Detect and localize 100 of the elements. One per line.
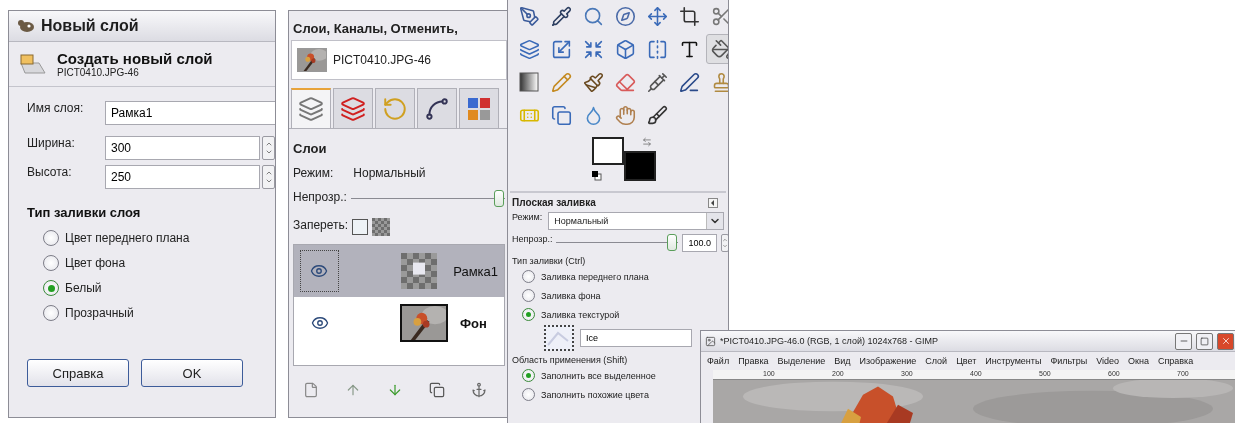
opacity-label: Непрозр.: <box>293 190 347 204</box>
radio-option[interactable]: Цвет фона <box>43 255 126 271</box>
menu-item[interactable]: Изображение <box>859 355 917 366</box>
anchor-icon <box>471 382 487 398</box>
minimize-button[interactable] <box>1175 332 1192 350</box>
syringe-icon <box>646 71 668 93</box>
mode-dropdown[interactable]: Нормальный <box>548 212 724 230</box>
opacity-slider[interactable] <box>350 190 505 208</box>
scissors-icon <box>710 5 728 27</box>
window-title: Новый слой <box>41 17 139 35</box>
spin-buttons-icon[interactable] <box>720 234 728 252</box>
gradient-icon <box>519 72 539 92</box>
menu-item[interactable]: Файл <box>707 355 730 366</box>
dock-tab[interactable] <box>291 88 331 128</box>
channels-icon <box>340 95 366 122</box>
close-icon <box>1220 336 1231 346</box>
slider-thumb[interactable] <box>667 234 678 251</box>
eraser-icon <box>614 71 636 93</box>
file-icon <box>303 382 319 398</box>
pencil-icon <box>550 71 572 93</box>
background-color-swatch[interactable] <box>624 151 656 181</box>
menu-item[interactable]: Выделение <box>777 355 826 366</box>
crop-icon <box>678 5 700 27</box>
section-label: Тип заливки (Ctrl) <box>512 256 586 266</box>
menu-item[interactable]: Инструменты <box>985 355 1042 366</box>
opacity-field[interactable]: 100.0 <box>682 234 717 252</box>
spin-buttons-icon[interactable] <box>262 136 275 160</box>
pattern-name-field[interactable]: Ice <box>580 329 692 347</box>
window-title: *PICT0410.JPG-46.0 (RGB, 1 слой) 1024x768 - GIMP <box>720 336 938 346</box>
section-label: Область применения (Shift) <box>512 355 628 365</box>
radio-option[interactable]: Заливка переднего плана <box>522 270 649 283</box>
mode-label: Режим: <box>512 212 543 222</box>
radio-option[interactable]: Заливка текстурой <box>522 308 620 321</box>
slider-thumb[interactable] <box>494 190 504 207</box>
scale-icon <box>550 38 572 60</box>
options-title: Плоская заливка <box>512 197 596 208</box>
paintbrush-icon <box>582 71 604 93</box>
pen-icon <box>518 5 540 27</box>
radio-option[interactable]: Прозрачный <box>43 305 134 321</box>
menu-item[interactable]: Справка <box>1157 355 1194 366</box>
ink-pen-icon <box>678 71 700 93</box>
layers-icon <box>298 96 324 122</box>
search-icon <box>582 5 604 27</box>
image-name: PICT0410.JPG-46 <box>57 67 140 78</box>
maximize-button[interactable] <box>1196 332 1213 350</box>
dock-tab[interactable] <box>417 88 457 128</box>
brush-icon <box>646 104 668 126</box>
flip-icon <box>646 38 668 60</box>
close-button[interactable] <box>1217 332 1234 350</box>
opacity-slider[interactable] <box>556 234 679 252</box>
radio-option[interactable]: Белый <box>43 280 102 296</box>
hand-icon <box>614 104 636 126</box>
menu-item[interactable]: Вид <box>834 355 851 366</box>
input-field[interactable]: 250 <box>105 165 260 189</box>
field-label: Ширина: <box>27 136 76 150</box>
color-grid-icon <box>467 96 491 121</box>
spin-buttons-icon[interactable] <box>262 165 275 189</box>
dock-title: Слои, Каналы, Отменить, <box>292 20 459 38</box>
radio-option[interactable]: Заливка фона <box>522 289 601 302</box>
menu-item[interactable]: Правка <box>738 355 769 366</box>
image-selector[interactable]: PICT0410.JPG-46 <box>291 40 507 80</box>
pattern-swatch[interactable] <box>544 325 574 351</box>
app-icon <box>17 19 35 33</box>
checkerboard-icon <box>372 218 391 236</box>
radio-option[interactable]: Заполнить похожие цвета <box>522 388 649 401</box>
image-icon <box>705 335 716 347</box>
layer-row[interactable]: Рамка1 <box>294 245 504 297</box>
copy-icon <box>429 382 445 398</box>
radio-option[interactable]: Заполнить все выделенное <box>522 369 656 382</box>
input-field[interactable]: Рамка1 <box>105 101 275 125</box>
dialog-heading: Создать новый слой <box>57 50 213 67</box>
default-colors-icon[interactable] <box>592 171 602 181</box>
menu-item[interactable]: Слой <box>925 355 948 366</box>
swap-icon <box>642 137 652 147</box>
dock-tab[interactable] <box>459 88 499 128</box>
move-icon <box>646 5 668 27</box>
layer-name: Фон <box>460 315 487 331</box>
field-label: Имя слоя: <box>27 101 85 115</box>
dialog-button[interactable]: Справка <box>27 359 129 387</box>
lock-label: Запереть: <box>293 218 349 232</box>
mode-value[interactable]: Нормальный <box>353 166 426 180</box>
menu-item[interactable]: Video <box>1096 355 1119 366</box>
lock-checkbox[interactable] <box>352 219 369 235</box>
panel-heading: Слои <box>293 141 327 156</box>
menu-item[interactable]: Цвет <box>956 355 977 366</box>
new-layer-icon <box>19 53 47 75</box>
foreground-color-swatch[interactable] <box>592 137 624 165</box>
maximize-icon <box>1200 336 1209 346</box>
menu-item[interactable]: Фильтры <box>1050 355 1088 366</box>
paths-icon <box>424 95 450 122</box>
menu-item[interactable]: Окна <box>1128 355 1149 366</box>
radio-option[interactable]: Цвет переднего плана <box>43 230 190 246</box>
mode-label: Режим: <box>293 166 334 180</box>
layers-icon <box>518 38 540 60</box>
dialog-button[interactable]: OK <box>141 359 243 387</box>
paint-bucket-icon <box>710 38 728 60</box>
input-field[interactable]: 300 <box>105 136 260 160</box>
dock-tab[interactable] <box>333 88 373 128</box>
field-label: Высота: <box>27 165 73 179</box>
panel-menu-icon[interactable] <box>708 197 718 208</box>
